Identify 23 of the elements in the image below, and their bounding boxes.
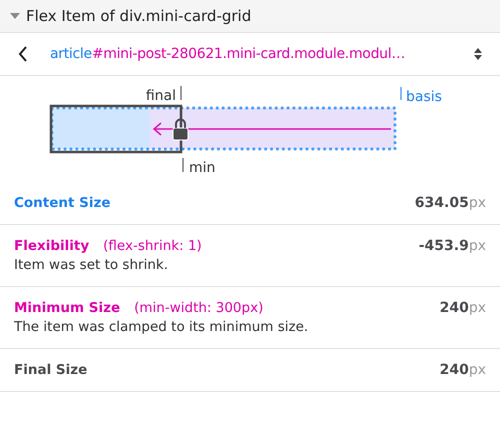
size-label: Content Size: [14, 195, 111, 211]
property-detail: (min-width: 300px): [134, 300, 264, 316]
sort-arrows-icon[interactable]: [474, 48, 482, 60]
property-detail: (flex-shrink: 1): [103, 238, 202, 254]
basis-label: basis: [406, 89, 442, 105]
tag-name: article: [50, 46, 92, 62]
size-value: 240px: [440, 300, 486, 316]
back-icon[interactable]: [18, 46, 28, 62]
min-label: min: [189, 160, 216, 176]
size-value: 240px: [440, 362, 486, 378]
size-label: Final Size: [14, 362, 88, 378]
size-note: The item was clamped to its minimum size.: [14, 319, 308, 335]
final-label: final: [146, 88, 176, 104]
element-selector[interactable]: article#mini-post-280621.mini-card.module.modul…: [50, 46, 452, 62]
section-header[interactable]: Flex Item of div.mini-card-grid: [0, 0, 500, 33]
size-label: Flexibility: [14, 238, 90, 254]
size-value: -453.9px: [418, 238, 486, 254]
size-value: 634.05px: [414, 195, 486, 211]
selector-text: #mini-post-280621.mini-card.module.modul…: [92, 46, 406, 62]
size-label: Minimum Size: [14, 300, 120, 316]
expand-triangle-icon[interactable]: [10, 12, 20, 20]
section-title: Flex Item of div.mini-card-grid: [26, 7, 252, 25]
size-note: Item was set to shrink.: [14, 257, 169, 273]
